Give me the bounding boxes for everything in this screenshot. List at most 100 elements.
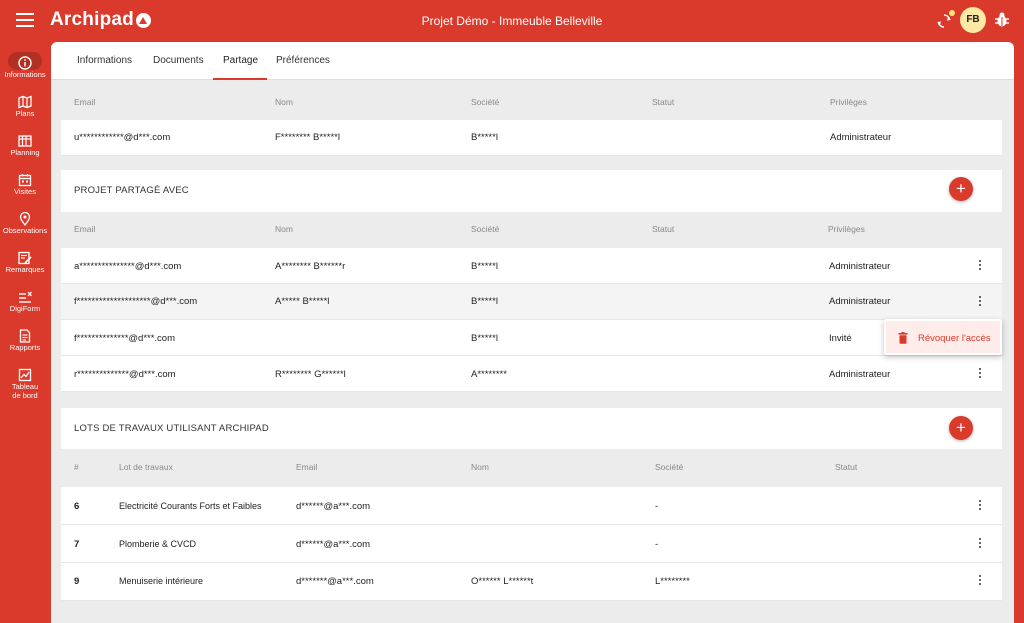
column-header-societe: Société [471, 97, 500, 107]
column-header-nom: Nom [471, 462, 489, 472]
more-options-icon[interactable] [978, 500, 982, 512]
sidebar-item-label: Remarques [5, 265, 45, 274]
cell-lot: Plomberie & CVCD [119, 539, 197, 549]
more-options-icon[interactable] [978, 538, 982, 550]
cell-privileges: Administrateur [829, 369, 891, 380]
column-header-privileges: Privilèges [830, 97, 867, 107]
cell-nom: F******** B*****l [275, 132, 340, 143]
add-lot-button[interactable]: + [949, 416, 973, 440]
table-row[interactable]: r**************@d***.com R******** G****… [61, 356, 1002, 392]
tab-preferences[interactable]: Préférences [276, 55, 330, 66]
section-title: PROJET PARTAGÉ AVEC [74, 185, 189, 196]
info-icon [18, 56, 32, 70]
tab-documents[interactable]: Documents [153, 55, 204, 66]
cell-email: r**************@d***.com [74, 369, 176, 380]
sidebar-item-remarques[interactable]: Remarques [0, 247, 50, 286]
sidebar-item-planning[interactable]: Planning [0, 130, 50, 169]
column-header-privileges: Privilèges [828, 224, 865, 234]
cell-societe: A******** [471, 369, 507, 380]
cell-email: f********************@d***.com [74, 296, 198, 307]
sidebar-item-informations[interactable]: Informations [0, 52, 50, 91]
column-header-email: Email [74, 224, 96, 234]
cell-privileges: Administrateur [830, 132, 892, 143]
sidebar-item-label: DigiForm [9, 304, 41, 313]
cell-societe: B*****l [471, 333, 498, 344]
add-share-button[interactable]: + [949, 177, 973, 201]
revoke-access-label: Révoquer l'accès [918, 333, 991, 344]
cell-nom: O****** L******t [471, 576, 534, 587]
cell-email: d******@a***.com [296, 539, 371, 550]
sidebar-item-label: Informations [4, 70, 46, 79]
project-title: Projet Démo - Immeuble Belleville [421, 14, 603, 28]
sidebar-item-label: Planning [10, 148, 40, 157]
table-row: u************@d***.com F******** B*****l… [61, 120, 1002, 156]
column-header-statut: Statut [835, 462, 858, 472]
cell-number: 7 [74, 539, 80, 550]
cell-lot: Electricité Courants Forts et Faibles [119, 501, 262, 511]
sidebar: Informations Plans Planning Visites Obse… [0, 52, 50, 412]
active-tab-indicator [213, 78, 267, 80]
column-header-societe: Société [471, 224, 500, 234]
row-context-menu: Révoquer l'accès [884, 319, 1002, 355]
chart-icon [18, 368, 32, 382]
column-header-number: # [74, 462, 79, 472]
tab-informations[interactable]: Informations [77, 55, 132, 66]
more-options-icon[interactable] [978, 296, 982, 308]
column-header-nom: Nom [275, 224, 293, 234]
sidebar-item-observations[interactable]: Observations [0, 208, 50, 247]
bug-icon[interactable] [994, 11, 1010, 29]
sidebar-item-rapports[interactable]: Rapports [0, 325, 50, 364]
cell-email: a***************@d***.com [74, 261, 182, 272]
cell-email: d*******@a***.com [296, 576, 374, 587]
main-panel: Informations Documents Partage Préférenc… [51, 42, 1014, 623]
sidebar-item-label: Tableau de bord [11, 382, 39, 400]
cell-number: 6 [74, 501, 80, 512]
column-header-nom: Nom [275, 97, 293, 107]
table-row[interactable]: f********************@d***.com A***** B*… [61, 284, 1002, 320]
lots-header-row [61, 449, 1002, 487]
column-header-lot: Lot de travaux [119, 462, 173, 472]
cell-lot: Menuiserie intérieure [119, 576, 204, 586]
cell-nom: A******** B******r [275, 261, 346, 272]
cell-nom: R******** G******l [275, 369, 346, 380]
sync-badge [949, 10, 955, 16]
sidebar-item-digiform[interactable]: DigiForm [0, 286, 50, 325]
tab-bar: Informations Documents Partage Préférenc… [51, 42, 1014, 80]
avatar[interactable]: FB [960, 7, 986, 33]
cell-email: u************@d***.com [74, 132, 171, 143]
top-bar: Archipad Projet Démo - Immeuble Bellevil… [0, 0, 1024, 42]
cell-number: 9 [74, 576, 80, 587]
cell-email: f**************@d***.com [74, 333, 176, 344]
cell-societe: L******** [655, 576, 690, 587]
sidebar-item-label: Visites [14, 187, 36, 196]
form-icon [19, 291, 32, 303]
cell-societe: - [655, 501, 659, 512]
sidebar-item-label: Plans [15, 109, 35, 118]
more-options-icon[interactable] [978, 260, 982, 272]
report-icon [19, 329, 31, 343]
column-header-email: Email [74, 97, 96, 107]
sidebar-item-tableau-de-bord[interactable]: Tableau de bord [0, 364, 50, 412]
table-row[interactable]: 7 Plomberie & CVCD d******@a***.com - [61, 525, 1002, 563]
column-header-statut: Statut [652, 224, 675, 234]
pin-icon [19, 212, 31, 226]
tab-partage[interactable]: Partage [223, 55, 258, 66]
cell-privileges: Administrateur [829, 296, 891, 307]
more-options-icon[interactable] [978, 368, 982, 380]
column-header-statut: Statut [652, 97, 675, 107]
sidebar-item-label: Rapports [9, 343, 41, 352]
table-row[interactable]: 6 Electricité Courants Forts et Faibles … [61, 487, 1002, 525]
table-row[interactable]: a***************@d***.com A******** B***… [61, 248, 1002, 284]
more-options-icon[interactable] [978, 575, 982, 587]
sidebar-item-visites[interactable]: Visites [0, 169, 50, 208]
map-icon [18, 95, 32, 109]
cell-nom: A***** B*****l [275, 296, 330, 307]
sidebar-item-plans[interactable]: Plans [0, 91, 50, 130]
cell-privileges: Invité [829, 333, 852, 344]
table-row[interactable]: f**************@d***.com B*****l Invité [61, 320, 1002, 356]
cell-societe: B*****l [471, 296, 498, 307]
cell-email: d******@a***.com [296, 501, 371, 512]
revoke-access-menu-item[interactable]: Révoquer l'accès [886, 321, 1000, 353]
table-row[interactable]: 9 Menuiserie intérieure d*******@a***.co… [61, 563, 1002, 601]
calendar-icon [18, 174, 32, 187]
